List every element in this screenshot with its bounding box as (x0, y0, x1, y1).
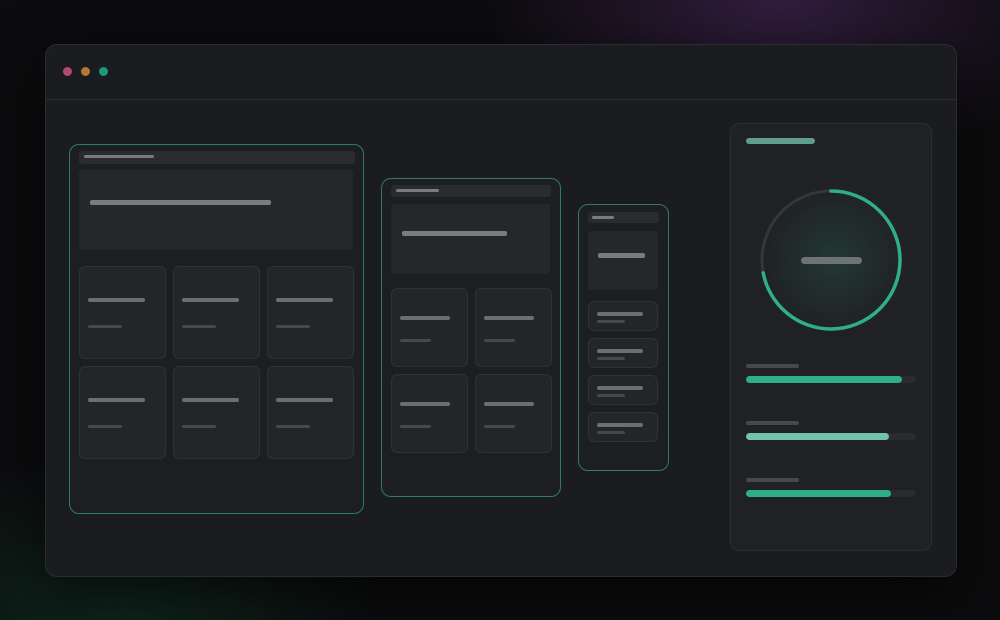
card-title-line (400, 316, 450, 320)
mobile-header-line (592, 216, 614, 219)
card-title-line (276, 298, 333, 302)
mobile-list-item[interactable] (588, 338, 658, 368)
desktop-card[interactable] (79, 266, 166, 359)
tablet-card[interactable] (475, 374, 552, 453)
card-meta-line (276, 425, 310, 428)
card-meta-line (597, 394, 625, 397)
close-dot[interactable] (63, 67, 72, 76)
tablet-hero-block (391, 204, 550, 274)
tablet-card[interactable] (475, 288, 552, 367)
card-meta-line (276, 325, 310, 328)
card-title-line (597, 386, 643, 390)
card-title-line (182, 398, 239, 402)
card-title-line (597, 349, 643, 353)
desktop-hero-line (90, 200, 271, 205)
card-meta-line (88, 325, 122, 328)
mobile-hero-block (588, 231, 658, 290)
card-meta-line (597, 431, 625, 434)
progress-label-line (746, 364, 799, 368)
card-meta-line (597, 357, 625, 360)
progress-bar-fill (746, 490, 891, 497)
desktop-card[interactable] (267, 366, 354, 459)
card-meta-line (182, 325, 216, 328)
mobile-layout-preview[interactable] (578, 204, 669, 471)
progress-bar (746, 433, 916, 440)
desktop-card[interactable] (79, 366, 166, 459)
progress-label-line (746, 478, 799, 482)
card-title-line (182, 298, 239, 302)
app-window (45, 44, 957, 577)
title-bar (46, 45, 956, 100)
card-meta-line (597, 320, 625, 323)
card-title-line (400, 402, 450, 406)
mobile-hero-line (598, 253, 645, 258)
mobile-list-item[interactable] (588, 375, 658, 405)
card-title-line (597, 423, 643, 427)
card-title-line (484, 316, 534, 320)
tablet-layout-preview[interactable] (381, 178, 561, 497)
progress-ring (760, 189, 902, 331)
desktop-hero-block (79, 170, 353, 250)
card-title-line (276, 398, 333, 402)
card-title-line (88, 398, 145, 402)
progress-bar (746, 376, 916, 383)
desktop-card[interactable] (173, 366, 260, 459)
mobile-list-item[interactable] (588, 301, 658, 331)
maximize-dot[interactable] (99, 67, 108, 76)
tablet-header-bar (391, 185, 551, 197)
tablet-card[interactable] (391, 288, 468, 367)
desktop-card[interactable] (173, 266, 260, 359)
card-meta-line (400, 339, 431, 342)
tablet-header-line (396, 189, 439, 192)
progress-bar-fill (746, 376, 903, 383)
mobile-header-bar (588, 212, 659, 223)
progress-label-line (746, 421, 799, 425)
desktop-header-bar (79, 151, 355, 164)
tablet-hero-line (402, 231, 507, 236)
card-meta-line (88, 425, 122, 428)
tablet-card[interactable] (391, 374, 468, 453)
progress-bar-fill (746, 433, 889, 440)
mobile-list-item[interactable] (588, 412, 658, 442)
desktop-card[interactable] (267, 266, 354, 359)
card-meta-line (400, 425, 431, 428)
stats-panel (730, 123, 932, 551)
card-meta-line (484, 425, 515, 428)
card-meta-line (484, 339, 515, 342)
desktop-layout-preview[interactable] (69, 144, 364, 514)
progress-bar (746, 490, 916, 497)
card-title-line (484, 402, 534, 406)
minimize-dot[interactable] (81, 67, 90, 76)
desktop-header-line (84, 155, 154, 158)
card-meta-line (182, 425, 216, 428)
card-title-line (88, 298, 145, 302)
gauge-center-line (801, 257, 862, 264)
card-title-line (597, 312, 643, 316)
